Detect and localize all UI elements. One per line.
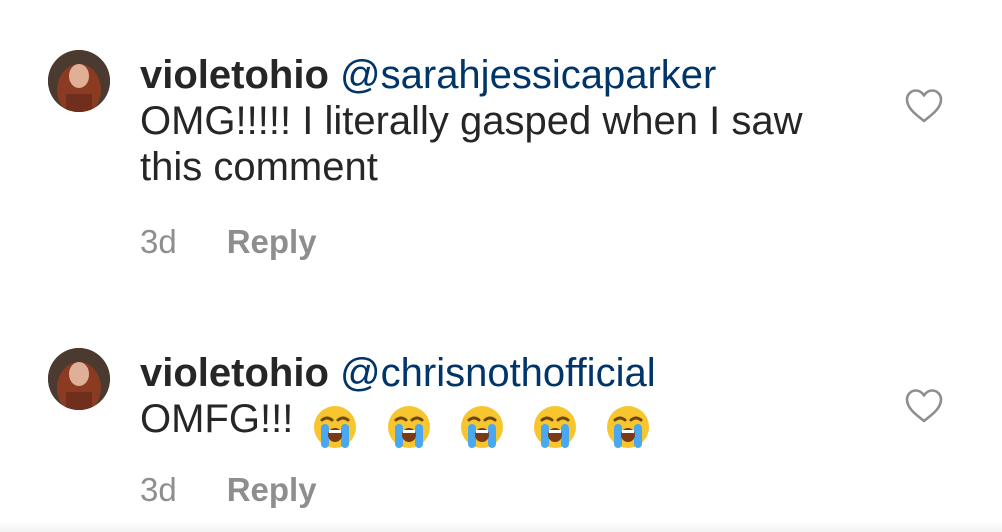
like-button[interactable] xyxy=(904,388,944,424)
comment-username[interactable]: violetohio xyxy=(140,53,329,97)
comment-text: OMG!!!!! I literally gasped when I saw t… xyxy=(140,99,803,189)
avatar-image xyxy=(48,50,110,112)
loudly-crying-face-icon xyxy=(459,404,505,450)
comment-timestamp: 3d xyxy=(140,223,177,260)
bottom-edge xyxy=(0,522,1002,532)
comment-username[interactable]: violetohio xyxy=(140,351,329,395)
loudly-crying-face-icon xyxy=(386,404,432,450)
like-button[interactable] xyxy=(904,88,944,124)
loudly-crying-face-icon xyxy=(605,404,651,450)
heart-outline-icon xyxy=(905,89,943,123)
comment-item: violetohio @chrisnothofficial OMFG!!! 3d… xyxy=(0,300,1002,532)
avatar[interactable] xyxy=(48,348,110,410)
avatar-image xyxy=(48,348,110,410)
comment-meta: 3d Reply xyxy=(140,470,317,510)
loudly-crying-face-icon xyxy=(312,404,358,450)
comment-mention[interactable]: @sarahjessicaparker xyxy=(340,53,716,97)
avatar[interactable] xyxy=(48,50,110,112)
comment-body: violetohio @sarahjessicaparker OMG!!!!! … xyxy=(140,52,860,190)
heart-outline-icon xyxy=(905,389,943,423)
comment-timestamp: 3d xyxy=(140,471,177,508)
comment-text: OMFG!!! xyxy=(140,397,294,441)
reply-button[interactable]: Reply xyxy=(227,223,317,261)
emoji-group xyxy=(312,402,667,450)
comment-mention[interactable]: @chrisnothofficial xyxy=(340,351,656,395)
comment-meta: 3d Reply xyxy=(140,222,317,262)
comment-body: violetohio @chrisnothofficial OMFG!!! xyxy=(140,350,860,450)
loudly-crying-face-icon xyxy=(532,404,578,450)
reply-button[interactable]: Reply xyxy=(227,471,317,509)
comment-item: violetohio @sarahjessicaparker OMG!!!!! … xyxy=(0,0,1002,300)
